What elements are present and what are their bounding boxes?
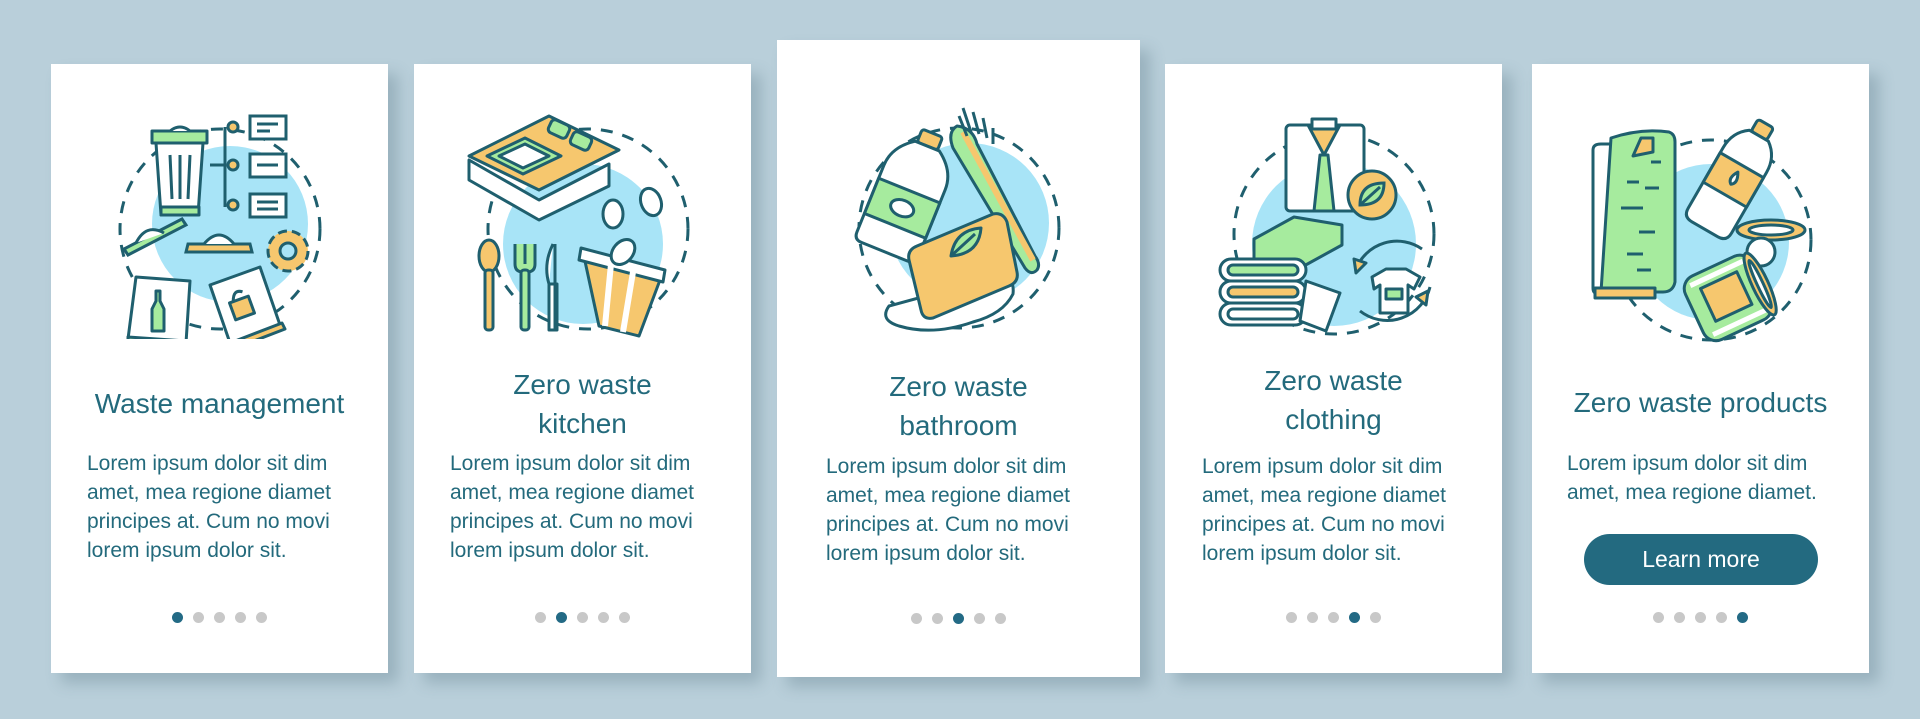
title-line: Zero waste products <box>1573 387 1828 418</box>
screen-title: Zero waste clothing <box>1165 361 1502 439</box>
description-line: Lorem ipsum dolor sit dim <box>450 452 691 475</box>
page-indicator <box>51 612 388 623</box>
zero-waste-clothing-illustration <box>1218 117 1435 336</box>
onboarding-screen-waste-management: Waste management Lorem ipsum dolor sit d… <box>51 64 388 673</box>
screen-title: Zero waste products <box>1532 383 1869 422</box>
description-line: Lorem ipsum dolor sit dim <box>1202 455 1443 478</box>
learn-more-button[interactable]: Learn more <box>1584 534 1818 585</box>
onboarding-screen-zero-waste-bathroom: Zero waste bathroom Lorem ipsum dolor si… <box>777 40 1140 677</box>
page-dot[interactable] <box>535 612 546 623</box>
screen-description: Lorem ipsum dolor sit dim amet, mea regi… <box>826 452 1070 568</box>
onboarding-screen-zero-waste-kitchen: Zero waste kitchen Lorem ipsum dolor sit… <box>414 64 751 673</box>
title-line: Zero waste <box>513 369 652 400</box>
title-line: Waste management <box>94 388 345 419</box>
description-line: lorem ipsum dolor sit. <box>1202 542 1402 565</box>
page-dot-active[interactable] <box>953 613 964 624</box>
trash-bin-icon <box>150 125 208 217</box>
page-indicator <box>1532 612 1869 623</box>
description-line: amet, mea regione diamet. <box>1567 481 1817 504</box>
description-line: principes at. Cum no movi <box>87 510 330 533</box>
screen-description: Lorem ipsum dolor sit dim amet, mea regi… <box>1567 449 1817 507</box>
waste-management-illustration <box>118 114 321 339</box>
eco-leaf-badge-icon <box>1346 169 1397 221</box>
page-dot[interactable] <box>214 612 225 623</box>
page-dot[interactable] <box>193 612 204 623</box>
screen-description: Lorem ipsum dolor sit dim amet, mea regi… <box>1202 452 1446 568</box>
screen-title: Waste management <box>51 384 388 423</box>
description-line: amet, mea regione diamet <box>1202 484 1446 507</box>
page-dot[interactable] <box>1286 612 1297 623</box>
title-line: clothing <box>1285 404 1382 435</box>
page-dot[interactable] <box>1370 612 1381 623</box>
page-dot[interactable] <box>235 612 246 623</box>
onboarding-screen-zero-waste-clothing: Zero waste clothing Lorem ipsum dolor si… <box>1165 64 1502 673</box>
page-dot[interactable] <box>911 613 922 624</box>
page-dot[interactable] <box>1653 612 1664 623</box>
title-line: Zero waste <box>889 371 1028 402</box>
description-line: amet, mea regione diamet <box>826 484 1070 507</box>
title-line: kitchen <box>538 408 627 439</box>
page-dot-active[interactable] <box>1737 612 1748 623</box>
description-line: amet, mea regione diamet <box>87 481 331 504</box>
beeswax-wrap-icon <box>1591 129 1676 300</box>
screen-description: Lorem ipsum dolor sit dim amet, mea regi… <box>450 449 694 565</box>
page-indicator <box>1165 612 1502 623</box>
description-line: principes at. Cum no movi <box>1202 513 1445 536</box>
description-line: Lorem ipsum dolor sit dim <box>1567 452 1808 475</box>
title-line: bathroom <box>899 410 1018 441</box>
page-dot[interactable] <box>598 612 609 623</box>
title-line: Zero waste <box>1264 365 1403 396</box>
description-line: lorem ipsum dolor sit. <box>826 542 1026 565</box>
page-dot-active[interactable] <box>1349 612 1360 623</box>
description-line: Lorem ipsum dolor sit dim <box>87 452 328 475</box>
page-dot[interactable] <box>1328 612 1339 623</box>
zero-waste-bathroom-illustration <box>854 107 1060 332</box>
page-dot[interactable] <box>932 613 943 624</box>
page-dot[interactable] <box>619 612 630 623</box>
page-indicator <box>414 612 751 623</box>
description-line: principes at. Cum no movi <box>450 510 693 533</box>
page-dot[interactable] <box>577 612 588 623</box>
zero-waste-kitchen-illustration <box>467 114 689 338</box>
page-dot[interactable] <box>1716 612 1727 623</box>
page-indicator <box>777 613 1140 624</box>
page-dot[interactable] <box>256 612 267 623</box>
page-dot[interactable] <box>974 613 985 624</box>
description-line: principes at. Cum no movi <box>826 513 1069 536</box>
page-dot-active[interactable] <box>556 612 567 623</box>
screen-description: Lorem ipsum dolor sit dim amet, mea regi… <box>87 449 331 565</box>
description-line: lorem ipsum dolor sit. <box>87 539 287 562</box>
screen-title: Zero waste bathroom <box>777 367 1140 445</box>
description-line: lorem ipsum dolor sit. <box>450 539 650 562</box>
page-dot[interactable] <box>1307 612 1318 623</box>
page-dot[interactable] <box>995 613 1006 624</box>
zero-waste-products-illustration <box>1591 118 1812 343</box>
page-dot[interactable] <box>1695 612 1706 623</box>
page-dot[interactable] <box>1674 612 1685 623</box>
description-line: Lorem ipsum dolor sit dim <box>826 455 1067 478</box>
gear-icon <box>266 229 309 273</box>
description-line: amet, mea regione diamet <box>450 481 694 504</box>
onboarding-screen-zero-waste-products: Zero waste products Lorem ipsum dolor si… <box>1532 64 1869 673</box>
screen-title: Zero waste kitchen <box>414 365 751 443</box>
page-dot-active[interactable] <box>172 612 183 623</box>
